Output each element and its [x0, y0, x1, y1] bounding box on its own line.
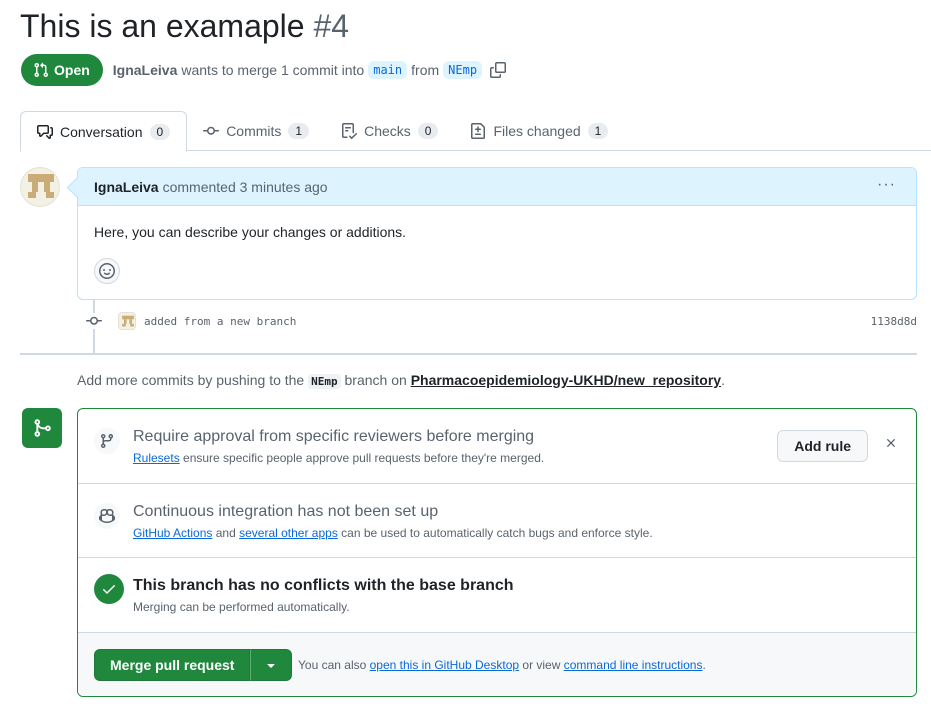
- ruleset-text: ensure specific people approve pull requ…: [183, 451, 545, 465]
- ci-title: Continuous integration has not been set …: [133, 503, 439, 520]
- state-badge: Open: [21, 54, 103, 86]
- tab-conversation[interactable]: Conversation 0: [20, 111, 188, 152]
- kebab-menu-icon[interactable]: ···: [877, 176, 896, 194]
- comment-author[interactable]: IgnaLeiva: [94, 179, 159, 195]
- git-pull-request-icon: [34, 62, 49, 78]
- commit-row: added from a new branch 1138d8d: [86, 310, 917, 332]
- merge-description: IgnaLeiva wants to merge 1 commit into m…: [113, 61, 507, 79]
- author-avatar[interactable]: [20, 167, 60, 207]
- tab-checks[interactable]: Checks 0: [325, 111, 454, 151]
- push-note-prefix: Add more commits by pushing to the: [77, 372, 305, 388]
- git-commit-icon: [203, 126, 220, 135]
- tab-files-changed[interactable]: Files changed 1: [454, 111, 624, 151]
- ci-text: can be used to automatically catch bugs …: [341, 526, 653, 540]
- push-commits-note: Add more commits by pushing to the NEmp …: [77, 372, 725, 389]
- state-label: Open: [54, 62, 90, 78]
- git-commit-icon: [86, 313, 102, 329]
- merge-action-section: Merge pull request You can also open thi…: [78, 633, 916, 696]
- tab-files-changed-count: 1: [587, 123, 609, 139]
- push-note-middle: branch on: [344, 372, 407, 388]
- command-line-instructions-link[interactable]: command line instructions: [564, 658, 703, 672]
- commit-message-link[interactable]: added from a new branch: [144, 315, 296, 328]
- merge-alternatives-note: You can also open this in GitHub Desktop…: [298, 658, 706, 672]
- pr-meta: Open IgnaLeiva wants to merge 1 commit i…: [21, 54, 507, 86]
- ruleset-section: Require approval from specific reviewers…: [78, 409, 916, 484]
- comment-timestamp[interactable]: commented 3 minutes ago: [163, 179, 328, 195]
- pr-description-comment: IgnaLeiva commented 3 minutes ago ··· He…: [77, 167, 917, 300]
- github-desktop-link[interactable]: open this in GitHub Desktop: [370, 658, 519, 672]
- add-reaction-button[interactable]: [94, 258, 120, 284]
- conflicts-description: Merging can be performed automatically.: [133, 600, 350, 614]
- comment-header: IgnaLeiva commented 3 minutes ago ···: [78, 168, 916, 206]
- github-actions-link[interactable]: GitHub Actions: [133, 526, 212, 540]
- rulesets-link[interactable]: Rulesets: [133, 451, 180, 465]
- checklist-icon: [342, 123, 358, 139]
- ruleset-title: Require approval from specific reviewers…: [133, 428, 535, 445]
- git-merge-icon: [22, 408, 62, 448]
- commit-author-avatar[interactable]: [118, 312, 136, 330]
- other-apps-link[interactable]: several other apps: [239, 526, 338, 540]
- close-icon[interactable]: [884, 436, 898, 450]
- merge-note-prefix: You can also: [298, 658, 367, 672]
- tab-commits-count: 1: [288, 123, 310, 139]
- ci-description: GitHub Actions and several other apps ca…: [133, 526, 653, 540]
- merge-method-dropdown[interactable]: [250, 649, 293, 681]
- ruleset-description: Rulesets ensure specific people approve …: [133, 451, 544, 465]
- repository-link[interactable]: Pharmacoepidemiology-UKHD/new_repository: [411, 372, 721, 388]
- head-branch[interactable]: NEmp: [443, 61, 483, 79]
- base-branch[interactable]: main: [368, 61, 408, 79]
- merge-text: wants to merge 1 commit into: [181, 62, 365, 78]
- pr-title-text: This is an examaple: [20, 8, 305, 44]
- tab-checks-count: 0: [417, 123, 439, 139]
- merge-pull-request-button[interactable]: Merge pull request: [94, 649, 251, 681]
- git-branch-icon: [94, 428, 120, 454]
- tab-conversation-count: 0: [149, 123, 171, 140]
- tab-files-changed-label: Files changed: [493, 123, 581, 139]
- conflicts-section: This branch has no conflicts with the ba…: [78, 558, 916, 633]
- conflicts-title: This branch has no conflicts with the ba…: [133, 577, 514, 594]
- check-icon: [94, 574, 124, 604]
- tab-commits-label: Commits: [226, 123, 282, 139]
- copy-icon[interactable]: [490, 62, 507, 78]
- pr-tabs: Conversation 0 Commits 1 Checks 0 Files …: [20, 111, 931, 152]
- push-note-suffix: .: [721, 372, 725, 388]
- tab-checks-label: Checks: [364, 123, 411, 139]
- timeline-divider: [20, 353, 917, 355]
- smiley-icon: [99, 263, 115, 279]
- pr-number: #4: [313, 8, 350, 44]
- merge-box: Require approval from specific reviewers…: [77, 408, 917, 697]
- tab-commits[interactable]: Commits 1: [187, 111, 325, 151]
- from-text: from: [411, 62, 440, 78]
- pr-title: This is an examaple #4: [20, 8, 349, 45]
- comment-body: Here, you can describe your changes or a…: [94, 224, 407, 240]
- copilot-icon: [94, 503, 120, 529]
- ci-section: Continuous integration has not been set …: [78, 484, 916, 558]
- ci-and-text: and: [215, 526, 236, 540]
- merge-button-group: Merge pull request: [94, 649, 293, 681]
- pr-author-link[interactable]: IgnaLeiva: [113, 62, 178, 78]
- add-rule-button[interactable]: Add rule: [777, 430, 868, 462]
- push-note-branch: NEmp: [308, 374, 341, 389]
- file-diff-icon: [471, 123, 486, 139]
- comment-discussion-icon: [37, 124, 53, 139]
- triangle-down-icon: [267, 664, 276, 668]
- merge-note-suffix: .: [702, 658, 706, 672]
- tab-conversation-label: Conversation: [60, 123, 143, 140]
- commit-sha-link[interactable]: 1138d8d: [871, 315, 917, 328]
- merge-note-or-view: or view: [522, 658, 561, 672]
